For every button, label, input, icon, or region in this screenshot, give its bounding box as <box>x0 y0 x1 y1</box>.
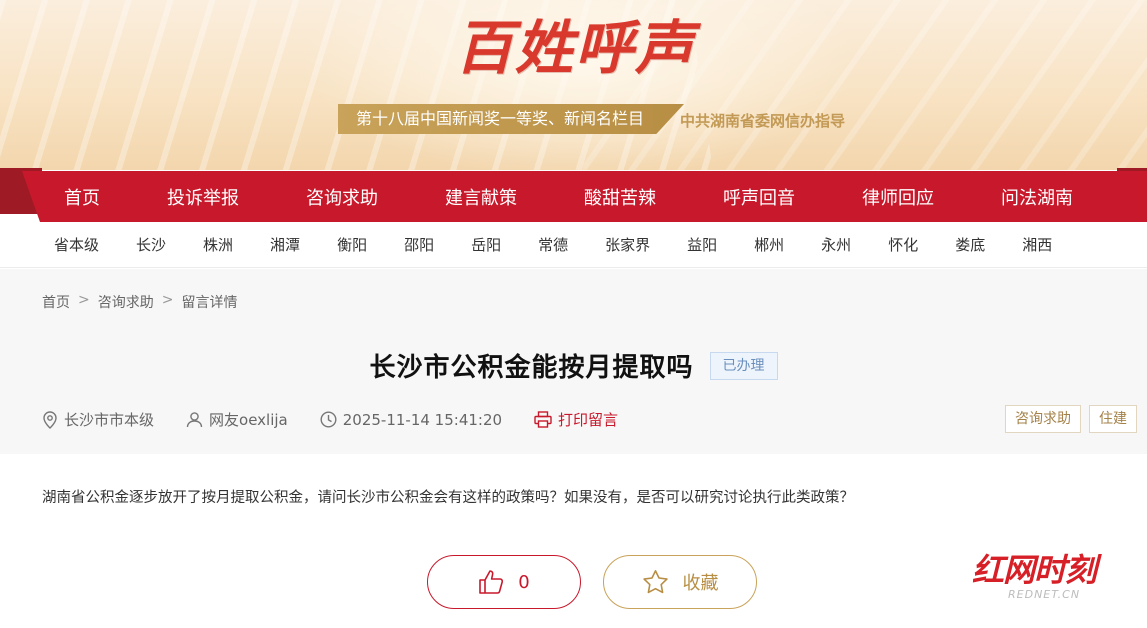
region-item[interactable]: 永州 <box>821 234 851 255</box>
region-item[interactable]: 娄底 <box>955 234 985 255</box>
post-actions: 0 收藏 <box>427 555 757 609</box>
region-item[interactable]: 怀化 <box>888 234 918 255</box>
breadcrumb-consult[interactable]: 咨询求助 <box>98 292 154 312</box>
nav-item-echo[interactable]: 呼声回音 <box>723 184 795 210</box>
favorite-label: 收藏 <box>682 573 719 594</box>
star-icon <box>642 570 668 594</box>
watermark-logo: 红网时刻 <box>972 551 1097 589</box>
region-item[interactable]: 常德 <box>538 234 568 255</box>
breadcrumb-separator: > <box>78 292 90 308</box>
meta-author: 网友oexlija <box>186 409 288 430</box>
region-item[interactable]: 邵阳 <box>404 234 434 255</box>
post-title: 长沙市公积金能按月提取吗 <box>369 353 694 383</box>
main-nav: 首页 投诉举报 咨询求助 建言献策 酸甜苦辣 呼声回音 律师回应 问法湖南 <box>22 171 1147 222</box>
title-row: 长沙市公积金能按月提取吗 已办理 <box>0 347 1147 384</box>
location-pin-icon <box>43 410 57 429</box>
watermark-url: REDNET.CN <box>1008 588 1081 601</box>
meta-time: 2025-11-14 15:41:20 <box>320 411 502 429</box>
region-item[interactable]: 湘潭 <box>270 234 300 255</box>
region-item[interactable]: 省本级 <box>54 234 99 255</box>
print-label: 打印留言 <box>558 411 619 429</box>
clock-icon <box>320 411 337 428</box>
nav-item-law[interactable]: 问法湖南 <box>1001 184 1073 210</box>
location-text: 长沙市市本级 <box>64 411 155 429</box>
region-bar: 省本级 长沙 株洲 湘潭 衡阳 邵阳 岳阳 常德 张家界 益阳 郴州 永州 怀化… <box>0 222 1147 268</box>
breadcrumb: 首页 > 咨询求助 > 留言详情 <box>42 292 237 312</box>
printer-icon <box>534 411 552 428</box>
site-logo-title[interactable]: 百姓呼声 <box>455 8 725 88</box>
banner: 百姓呼声 第十八届中国新闻奖一等奖、新闻名栏目 中共湖南省委网信办指导 <box>0 0 1147 170</box>
author-name: 网友oexlija <box>209 411 288 429</box>
nav-item-consult[interactable]: 咨询求助 <box>306 184 378 210</box>
nav-item-lawyer[interactable]: 律师回应 <box>862 184 934 210</box>
region-item[interactable]: 衡阳 <box>337 234 367 255</box>
region-item[interactable]: 郴州 <box>754 234 784 255</box>
thumbs-up-icon <box>479 570 504 594</box>
breadcrumb-current: 留言详情 <box>181 295 238 311</box>
nav-item-suggestion[interactable]: 建言献策 <box>445 184 517 210</box>
award-ribbon: 第十八届中国新闻奖一等奖、新闻名栏目 <box>338 104 684 134</box>
breadcrumb-home[interactable]: 首页 <box>42 292 70 312</box>
nav-item-home[interactable]: 首页 <box>64 184 100 210</box>
region-item[interactable]: 益阳 <box>687 234 717 255</box>
region-item[interactable]: 张家界 <box>605 234 650 255</box>
post-header: 首页 > 咨询求助 > 留言详情 长沙市公积金能按月提取吗 已办理 长沙市市本级 <box>0 269 1147 454</box>
guide-text: 中共湖南省委网信办指导 <box>680 112 846 130</box>
region-item[interactable]: 湘西 <box>1022 234 1052 255</box>
favorite-button[interactable]: 收藏 <box>603 555 757 609</box>
like-count: 0 <box>518 571 530 593</box>
like-button[interactable]: 0 <box>427 555 581 609</box>
status-badge: 已办理 <box>709 351 778 380</box>
tag-category[interactable]: 咨询求助 <box>1005 405 1081 433</box>
tag-department[interactable]: 住建 <box>1089 405 1137 433</box>
post-tags: 咨询求助 住建 <box>1005 405 1137 433</box>
post-time: 2025-11-14 15:41:20 <box>342 410 503 429</box>
rednet-watermark: 红网时刻 REDNET.CN <box>972 552 1122 608</box>
nav-item-life[interactable]: 酸甜苦辣 <box>584 184 656 210</box>
post-content: 湖南省公积金逐步放开了按月提取公积金，请问长沙市公积金会有这样的政策吗？如果没有… <box>42 490 854 506</box>
region-item[interactable]: 株洲 <box>203 234 233 255</box>
region-item[interactable]: 长沙 <box>136 234 166 255</box>
breadcrumb-separator: > <box>161 292 174 308</box>
page: 百姓呼声 第十八届中国新闻奖一等奖、新闻名栏目 中共湖南省委网信办指导 首页 投… <box>0 0 1147 628</box>
print-button[interactable]: 打印留言 <box>534 409 618 430</box>
nav-item-complaint[interactable]: 投诉举报 <box>167 184 239 210</box>
region-item[interactable]: 岳阳 <box>471 234 501 255</box>
meta-location: 长沙市市本级 <box>42 409 154 430</box>
user-icon <box>186 412 203 428</box>
post-meta: 长沙市市本级 网友oexlija 2025-11-14 15:41:20 打印留… <box>42 409 650 430</box>
